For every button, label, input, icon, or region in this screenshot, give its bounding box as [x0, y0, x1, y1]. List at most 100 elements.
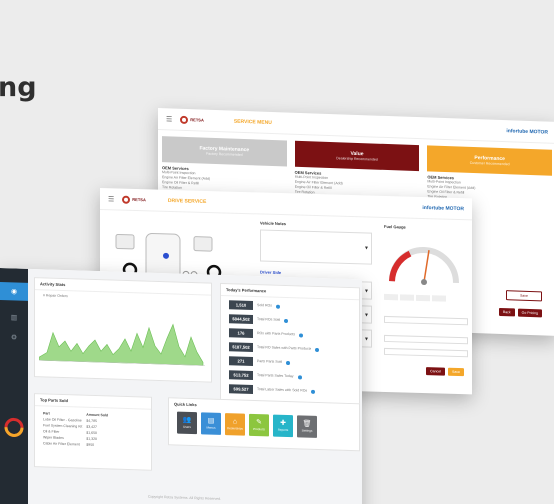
activity-area: [39, 323, 204, 366]
package-banner[interactable]: Factory Maintenance Factory Recommended: [162, 136, 287, 167]
quick-link-label: Users: [183, 424, 191, 429]
kpi-value: $844,502: [229, 314, 253, 324]
kpi-label: Total RO Sales with Parts Products: [257, 345, 312, 351]
kpi-value: 1,510: [229, 300, 253, 310]
info-icon[interactable]: [275, 304, 280, 309]
info-icon[interactable]: [311, 389, 316, 394]
quick-link-label: Products: [253, 426, 265, 432]
bar-chart-icon: ▥: [10, 314, 18, 322]
gauge-input[interactable]: [384, 315, 468, 326]
kpi-label: Total ROs Sold: [257, 317, 281, 322]
package-banner[interactable]: Value Dealership Recommended: [294, 140, 420, 172]
sidebar-item-reports[interactable]: ▥: [0, 308, 28, 327]
panel-title: Top Parts Sold: [35, 394, 151, 410]
cancel-button[interactable]: Cancel: [426, 367, 446, 376]
chevron-down-icon: ▼: [364, 288, 369, 295]
sidebar-item-dashboard[interactable]: ◉: [0, 282, 28, 301]
footer: Copyright Retsa Systems. All Rights Rese…: [148, 494, 221, 501]
kpi-label: ROs with Parts Products: [257, 331, 296, 337]
quick-link-users[interactable]: 👥 Users: [177, 411, 197, 435]
page-title: DRIVE SERVICE: [167, 197, 207, 205]
kpi-row: 176 ROs with Parts Products: [229, 328, 351, 341]
quick-links-panel: Quick Links 👥 Users ▤ Menus ⌂ Dealerships ✎ Pro…: [168, 397, 360, 452]
quick-link-settings[interactable]: 🗑 Settings: [297, 415, 317, 438]
sidebar: ◉ ▥ ⚙: [0, 268, 28, 504]
info-icon[interactable]: [286, 360, 291, 365]
vehicle-notes-field[interactable]: ▼: [260, 229, 372, 265]
chevron-down-icon: ▼: [364, 245, 369, 252]
info-icon[interactable]: [284, 318, 289, 323]
menu-icon: ▤: [207, 417, 215, 425]
quick-link-label: Menus: [206, 425, 216, 430]
kpi-row: $187,502 Total RO Sales with Parts Produc…: [229, 342, 351, 355]
fuel-gauge[interactable]: [384, 231, 464, 289]
kpi-value: $99,527: [229, 384, 253, 394]
gauge-step[interactable]: [400, 294, 414, 301]
retsa-logo-icon: [4, 417, 24, 437]
info-icon[interactable]: [299, 332, 304, 338]
kpi-row: $844,502 Total ROs Sold: [229, 314, 351, 327]
kpi-label: Sold ROs: [257, 303, 272, 308]
vehicle-notes-label: Vehicle Notes: [260, 220, 287, 227]
kpi-value: $187,502: [229, 342, 253, 352]
gauge-input[interactable]: [384, 334, 468, 345]
building-icon: ⌂: [232, 418, 238, 426]
kpi-label: Total Parts Sales Today: [257, 373, 294, 379]
kpi-row: 1,510 Sold ROs: [229, 300, 351, 313]
gauge-step[interactable]: [416, 294, 430, 302]
activity-stats-panel: Activity Stats # Repair Orders: [34, 277, 212, 383]
chevron-down-icon: ▼: [364, 336, 369, 343]
kpi-label: Total Labor Sales with Sold ROs: [257, 387, 308, 393]
brand-logo: infortube MOTOR: [422, 204, 464, 212]
chevron-down-icon: ▼: [364, 312, 369, 319]
back-button[interactable]: Back: [498, 307, 515, 317]
gear-icon: ⚙: [10, 334, 18, 342]
table-row[interactable]: Cabin Air Filter Element $950: [41, 440, 110, 448]
performance-panel: Today's Performance 1,510 Sold ROs $844,50…: [220, 282, 360, 410]
pencil-icon: ✎: [256, 419, 262, 427]
kpi-value: 271: [229, 356, 253, 366]
gauge-step[interactable]: [384, 293, 398, 301]
banner-column-0: Factory Maintenance Factory Recommended …: [162, 136, 287, 194]
plus-icon: ✚: [280, 419, 286, 427]
save-button[interactable]: Save: [506, 290, 542, 302]
brand-logo: infortube MOTOR: [506, 127, 548, 136]
dashboard-screenshot: ◉ ▥ ⚙ Activity Stats # Repair Orders Tod…: [0, 268, 362, 504]
top-parts-panel: Top Parts Sold Part Amount Sold Lube Oil…: [34, 393, 152, 471]
info-icon[interactable]: [297, 374, 302, 379]
retsa-logo: RETSA: [122, 195, 146, 204]
kpi-row: 271 Parts Parts Sold: [229, 356, 351, 369]
kpi-label: Parts Parts Sold: [257, 359, 283, 364]
info-icon[interactable]: [315, 347, 320, 352]
quick-link-label: Dealerships: [227, 426, 243, 431]
kpi-row: $13,752 Total Parts Sales Today: [229, 370, 351, 383]
sidebar-item-settings[interactable]: ⚙: [0, 328, 28, 347]
menu-icon[interactable]: ☰: [108, 195, 114, 203]
banner-column-2: Performance Customer Recommended OEM Ser…: [427, 145, 553, 203]
fuel-gauge-label: Fuel Gauge: [384, 223, 406, 230]
users-icon: 👥: [182, 416, 192, 425]
package-banner[interactable]: Performance Customer Recommended: [427, 145, 553, 176]
kpi-row: $99,527 Total Labor Sales with Sold ROs: [229, 384, 351, 397]
quick-link-products[interactable]: ✎ Products: [249, 413, 269, 437]
go-pricing-button[interactable]: Go Pricing: [517, 308, 542, 318]
top-parts-table: Part Amount Sold Lube Oil Filter - Gasol…: [41, 410, 110, 448]
save-button[interactable]: Save: [448, 367, 464, 377]
menu-icon[interactable]: ☰: [166, 115, 172, 123]
gauge-input[interactable]: [384, 347, 468, 358]
quick-link-dealerships[interactable]: ⌂ Dealerships: [225, 413, 245, 436]
activity-chart: [39, 323, 205, 366]
quick-link-label: Reports: [277, 427, 289, 433]
gauge-step[interactable]: [432, 295, 446, 302]
banner-column-1: Value Dealership Recommended OEM Service…: [294, 140, 420, 199]
kpi-value: 176: [229, 328, 253, 338]
dashboard-icon: ◉: [10, 288, 18, 296]
page-title: SERVICE MENU: [233, 118, 272, 126]
quick-link-label: Settings: [301, 428, 313, 433]
retsa-logo: RETSA: [180, 115, 204, 124]
trash-icon: 🗑: [302, 420, 312, 428]
page-heading: ng: [0, 72, 37, 103]
quick-link-menus[interactable]: ▤ Menus: [201, 412, 221, 435]
quick-link-reports[interactable]: ✚ Reports: [273, 414, 293, 438]
kpi-value: $13,752: [229, 370, 253, 380]
